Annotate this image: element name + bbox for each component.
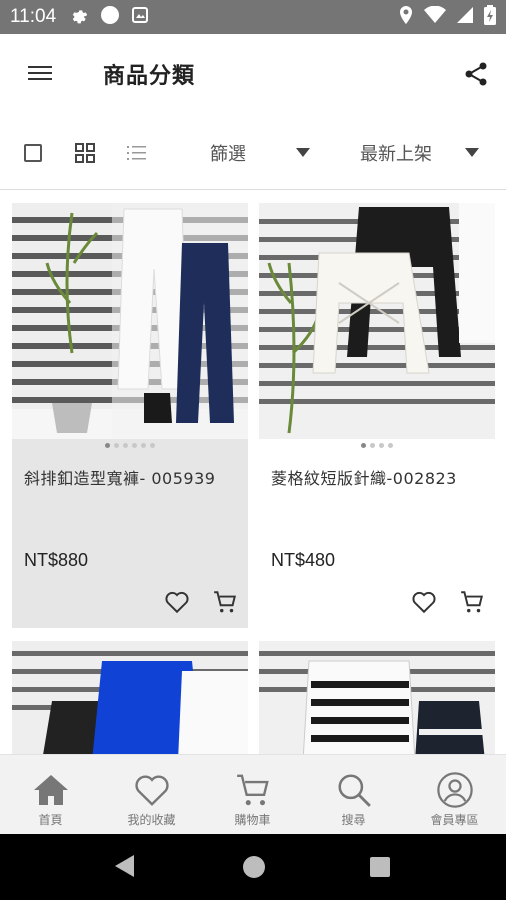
share-icon[interactable]: [462, 60, 490, 88]
product-image[interactable]: [259, 203, 495, 439]
product-image[interactable]: [12, 203, 248, 439]
nav-account[interactable]: 會員專區: [404, 755, 505, 835]
account-icon: [436, 771, 474, 809]
bottom-navigation: 首頁 我的收藏 購物車 搜尋 會員專區: [0, 754, 506, 834]
recents-icon[interactable]: [370, 857, 390, 877]
image-pager-dots: [12, 443, 248, 448]
nav-label: 購物車: [234, 813, 271, 827]
product-price: NT$480: [271, 550, 336, 570]
filter-button[interactable]: 篩選: [210, 140, 246, 166]
wifi-icon: [424, 5, 446, 28]
status-bar: 11:04: [0, 0, 506, 34]
image-status-icon: [132, 7, 149, 27]
sort-button[interactable]: 最新上架: [360, 140, 432, 166]
page-title: 商品分類: [103, 64, 196, 89]
home-icon: [32, 771, 70, 809]
home-button-icon[interactable]: [243, 856, 265, 878]
app-bar: 商品分類: [0, 34, 506, 114]
nav-search[interactable]: 搜尋: [303, 755, 404, 835]
product-image[interactable]: [259, 641, 495, 754]
product-name[interactable]: 菱格紋短版針織-002823: [271, 465, 457, 489]
search-icon: [335, 771, 373, 809]
system-navigation-bar: [0, 834, 506, 900]
nav-label: 搜尋: [341, 813, 366, 827]
product-card[interactable]: [12, 641, 248, 754]
nav-favorites[interactable]: 我的收藏: [101, 755, 202, 835]
nav-label: 首頁: [38, 813, 63, 827]
sort-dropdown-icon[interactable]: [465, 148, 479, 157]
nav-label: 會員專區: [430, 813, 479, 827]
product-image[interactable]: [12, 641, 248, 754]
menu-icon[interactable]: [28, 62, 52, 86]
settings-status-icon: [70, 6, 88, 28]
status-time: 11:04: [10, 6, 57, 27]
image-pager-dots: [259, 443, 495, 448]
location-icon: [398, 5, 414, 29]
signal-icon: [456, 6, 474, 28]
grid-view-icon[interactable]: [74, 142, 96, 164]
product-card[interactable]: [259, 641, 495, 754]
cart-icon: [234, 771, 272, 809]
heart-icon: [133, 771, 171, 809]
product-card[interactable]: 斜排釦造型寬褲- 005939 NT$880: [12, 203, 248, 628]
nav-cart[interactable]: 購物車: [202, 755, 303, 835]
filter-toolbar: 篩選 最新上架: [0, 120, 506, 190]
back-icon[interactable]: [114, 854, 136, 882]
product-name[interactable]: 斜排釦造型寬褲- 005939: [24, 465, 215, 489]
add-to-cart-icon[interactable]: [212, 589, 238, 615]
product-grid: 斜排釦造型寬褲- 005939 NT$880 菱格紋短版針織-002823 NT…: [0, 192, 506, 754]
product-price: NT$880: [24, 550, 89, 570]
list-view-icon[interactable]: [126, 142, 148, 164]
add-to-cart-icon[interactable]: [459, 589, 485, 615]
product-card[interactable]: 菱格紋短版針織-002823 NT$480: [259, 203, 495, 628]
select-all-checkbox[interactable]: [24, 144, 42, 162]
battery-icon: [484, 5, 496, 29]
nav-label: 我的收藏: [127, 813, 176, 827]
circle-status-icon: [100, 5, 120, 29]
heart-icon[interactable]: [164, 589, 190, 615]
filter-dropdown-icon[interactable]: [296, 148, 310, 157]
nav-home[interactable]: 首頁: [0, 755, 101, 835]
heart-icon[interactable]: [411, 589, 437, 615]
